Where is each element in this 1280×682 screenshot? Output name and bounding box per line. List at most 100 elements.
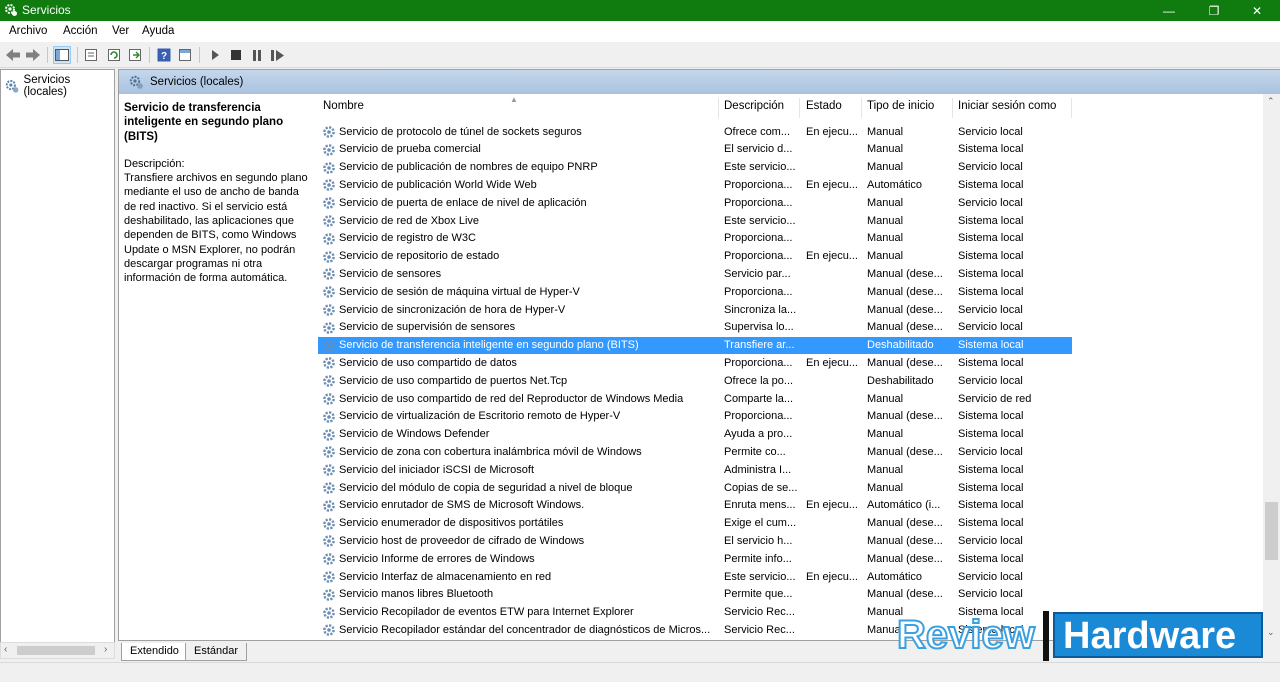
service-row[interactable]: Servicio de sincronización de hora de Hy… <box>318 301 1072 319</box>
service-startup-type: Deshabilitado <box>867 374 934 387</box>
menu-ver[interactable]: Ver <box>112 25 129 37</box>
watermark-review: Review <box>896 612 1036 658</box>
service-logon-as: Servicio local <box>958 570 1023 583</box>
service-logon-as: Sistema local <box>958 481 1024 494</box>
pause-icon[interactable] <box>248 46 266 64</box>
service-row[interactable]: Servicio del iniciador iSCSI de Microsof… <box>318 461 1072 479</box>
tree-horizontal-scrollbar[interactable]: ‹ › <box>0 642 115 659</box>
service-row[interactable]: Servicio de sensores Servicio par... Manua… <box>318 265 1072 283</box>
scroll-right-icon[interactable]: › <box>104 644 107 655</box>
service-name: Servicio Recopilador estándar del concen… <box>339 623 711 636</box>
service-name: Servicio de uso compartido de puertos Ne… <box>339 374 568 387</box>
refresh-icon[interactable] <box>105 46 123 64</box>
stop-icon[interactable] <box>227 46 245 64</box>
service-row[interactable]: Servicio de protocolo de túnel de socket… <box>318 123 1072 141</box>
service-logon-as: Sistema local <box>958 463 1024 476</box>
service-description: Servicio Rec... <box>724 623 795 636</box>
forward-icon[interactable] <box>24 46 42 64</box>
scroll-up-icon[interactable]: ⌃ <box>1267 96 1275 107</box>
service-name: Servicio de publicación World Wide Web <box>339 178 537 191</box>
service-logon-as: Sistema local <box>958 410 1024 423</box>
service-row[interactable]: Servicio host de proveedor de cifrado de… <box>318 532 1072 550</box>
watermark-hardware: Hardware <box>1063 615 1237 657</box>
service-description: Transfiere ar... <box>724 339 795 352</box>
column-header-startup-type[interactable]: Tipo de inicio <box>867 100 934 112</box>
service-startup-type: Manual <box>867 125 904 138</box>
service-startup-type: Manual <box>867 161 904 174</box>
view-icon[interactable] <box>176 46 194 64</box>
service-row[interactable]: Servicio de sesión de máquina virtual de… <box>318 283 1072 301</box>
properties-icon[interactable] <box>82 46 100 64</box>
start-icon[interactable] <box>206 46 224 64</box>
service-row[interactable]: Servicio de repositorio de estado Proporc… <box>318 248 1072 266</box>
service-description: Proporciona... <box>724 410 793 423</box>
service-row[interactable]: Servicio de virtualización de Escritorio… <box>318 408 1072 426</box>
service-name: Servicio Recopilador de eventos ETW para… <box>339 606 634 619</box>
show-hide-tree-icon[interactable] <box>53 46 71 64</box>
service-row[interactable]: Servicio de uso compartido de datos Propo… <box>318 354 1072 372</box>
service-row[interactable]: Servicio de red de Xbox Live Este servici… <box>318 212 1072 230</box>
service-row[interactable]: Servicio de zona con cobertura inalámbri… <box>318 443 1072 461</box>
service-row[interactable]: Servicio de uso compartido de puertos Ne… <box>318 372 1072 390</box>
tab-extendido[interactable]: Extendido <box>121 643 188 661</box>
list-scroll-thumb[interactable] <box>1265 502 1278 560</box>
scroll-left-icon[interactable]: ‹ <box>4 644 7 655</box>
service-row[interactable]: Servicio de Windows Defender Ayuda a pro.… <box>318 426 1072 444</box>
tree-item-services-local[interactable]: Servicios (locales) <box>5 74 114 98</box>
service-row[interactable]: Servicio Informe de errores de Windows Pe… <box>318 550 1072 568</box>
tab-estandar[interactable]: Estándar <box>185 643 248 661</box>
export-list-icon[interactable] <box>126 46 144 64</box>
service-description: Comparte la... <box>724 392 794 405</box>
column-header-status[interactable]: Estado <box>806 100 842 112</box>
tree-scroll-thumb[interactable] <box>17 646 95 655</box>
service-name: Servicio de registro de W3C <box>339 232 476 245</box>
column-header-description[interactable]: Descripción <box>724 100 784 112</box>
column-header-logon-as[interactable]: Iniciar sesión como <box>958 100 1056 112</box>
service-logon-as: Servicio local <box>958 374 1023 387</box>
service-row[interactable]: Servicio de publicación World Wide Web Pr… <box>318 176 1072 194</box>
watermark-chip <box>1043 611 1049 661</box>
watermark-hardware-box: Hardware <box>1053 612 1263 658</box>
service-logon-as: Sistema local <box>958 552 1024 565</box>
main-pane: Servicios (locales) Servicio de transfer… <box>118 69 1280 642</box>
menu-ayuda[interactable]: Ayuda <box>142 25 174 37</box>
service-row[interactable]: Servicio de registro de W3C Proporciona..… <box>318 230 1072 248</box>
menu-accion[interactable]: Acción <box>63 25 98 37</box>
service-row[interactable]: Servicio enrutador de SMS de Microsoft W… <box>318 497 1072 515</box>
service-gear-icon <box>322 374 336 388</box>
back-icon[interactable] <box>4 46 22 64</box>
service-status: En ejecu... <box>806 499 858 512</box>
service-name: Servicio del iniciador iSCSI de Microsof… <box>339 463 535 476</box>
service-logon-as: Sistema local <box>958 267 1024 280</box>
service-startup-type: Manual <box>867 428 904 441</box>
close-button[interactable]: ✕ <box>1234 0 1280 21</box>
sort-ascending-icon: ▲ <box>510 95 518 104</box>
service-row[interactable]: Servicio Interfaz de almacenamiento en r… <box>318 568 1072 586</box>
service-row[interactable]: Servicio de supervisión de sensores Super… <box>318 319 1072 337</box>
column-header-name[interactable]: Nombre <box>323 100 364 112</box>
maximize-button[interactable]: ❐ <box>1191 0 1237 21</box>
list-vertical-scrollbar[interactable]: ⌃ ⌄ <box>1263 94 1280 642</box>
service-row[interactable]: Servicio de puerta de enlace de nivel de… <box>318 194 1072 212</box>
help-icon[interactable]: ? <box>155 46 173 64</box>
minimize-button[interactable]: — <box>1146 0 1192 21</box>
service-row[interactable]: Servicio de prueba comercial El servicio … <box>318 141 1072 159</box>
service-startup-type: Manual (dese... <box>867 534 943 547</box>
service-row[interactable]: Servicio de uso compartido de red del Re… <box>318 390 1072 408</box>
service-logon-as: Servicio local <box>958 161 1023 174</box>
service-gear-icon <box>322 178 336 192</box>
service-gear-icon <box>322 196 336 210</box>
restart-icon[interactable] <box>269 46 287 64</box>
service-row[interactable]: Servicio enumerador de dispositivos port… <box>318 515 1072 533</box>
service-name: Servicio de prueba comercial <box>339 143 481 156</box>
service-row[interactable]: Servicio manos libres Bluetooth Permite q… <box>318 586 1072 604</box>
menu-archivo[interactable]: Archivo <box>9 25 47 37</box>
menu-bar: Archivo Acción Ver Ayuda <box>0 21 1280 42</box>
service-startup-type: Manual (dese... <box>867 321 943 334</box>
service-row[interactable]: Servicio de transferencia inteligente en… <box>318 336 1072 355</box>
service-logon-as: Sistema local <box>958 250 1024 263</box>
service-gear-icon <box>322 232 336 246</box>
services-icon <box>5 79 19 93</box>
service-row[interactable]: Servicio del módulo de copia de segurida… <box>318 479 1072 497</box>
service-row[interactable]: Servicio de publicación de nombres de eq… <box>318 159 1072 177</box>
